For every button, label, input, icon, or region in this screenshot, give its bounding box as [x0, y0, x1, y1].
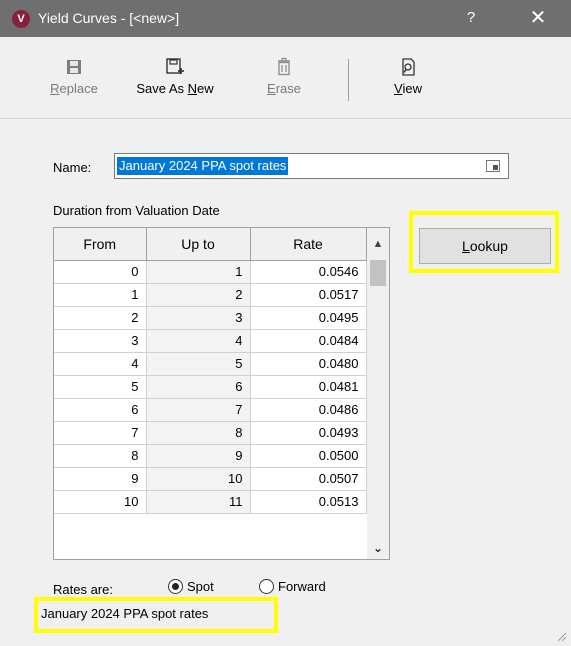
cell-from[interactable]: 2 [54, 306, 147, 330]
cell-up-to[interactable]: 7 [146, 398, 251, 422]
rates-grid[interactable]: From Up to Rate 0 1 0.0546 1 2 0.0517 2 3 0.0495… [53, 227, 390, 560]
table-row[interactable]: 7 8 0.0493 [54, 421, 367, 445]
cell-up-to[interactable]: 4 [146, 329, 251, 353]
highlight-box-status [34, 597, 278, 633]
cell-up-to[interactable]: 3 [146, 306, 251, 330]
toolbar-separator [348, 59, 349, 101]
spot-radio[interactable]: Spot [168, 579, 214, 594]
cell-rate[interactable]: 0.0486 [250, 398, 367, 422]
erase-button[interactable]: Erase [256, 57, 312, 96]
cell-rate[interactable]: 0.0500 [250, 444, 367, 468]
title-bar: V Yield Curves - [<new>] ? ✕ [0, 0, 571, 37]
document-view-icon [402, 58, 415, 76]
help-button[interactable]: ? [456, 4, 486, 32]
table-row[interactable]: 0 1 0.0546 [54, 260, 367, 284]
resize-grip-icon[interactable] [555, 630, 567, 642]
save-as-new-button[interactable]: Save As New [126, 57, 224, 96]
radio-unselected-icon[interactable] [259, 579, 274, 594]
scroll-up-arrow-icon[interactable]: ▲ [367, 228, 389, 260]
cell-from[interactable]: 8 [54, 444, 147, 468]
cell-up-to[interactable]: 1 [146, 260, 251, 284]
grid-vertical-scrollbar[interactable]: ▲ ⌄ [367, 228, 389, 559]
cell-rate[interactable]: 0.0495 [250, 306, 367, 330]
highlight-box-lookup [409, 211, 559, 273]
name-label: Name: [53, 160, 92, 175]
scroll-down-chevron-icon[interactable]: ⌄ [367, 537, 389, 559]
cell-rate[interactable]: 0.0513 [250, 490, 367, 514]
trash-icon [278, 57, 290, 76]
cell-rate[interactable]: 0.0546 [250, 260, 367, 284]
cell-rate[interactable]: 0.0480 [250, 352, 367, 376]
replace-label: Replace [50, 81, 98, 96]
view-button[interactable]: View [386, 57, 430, 96]
duration-label: Duration from Valuation Date [53, 203, 220, 218]
cell-from[interactable]: 5 [54, 375, 147, 399]
column-header-from[interactable]: From [54, 228, 147, 261]
table-row[interactable]: 3 4 0.0484 [54, 329, 367, 353]
cell-from[interactable]: 4 [54, 352, 147, 376]
toolbar: Replace Save As New Erase View [0, 37, 571, 119]
forward-label: Forward [278, 579, 326, 594]
column-header-up-to[interactable]: Up to [146, 228, 251, 261]
table-row[interactable]: 8 9 0.0500 [54, 444, 367, 468]
erase-label: Erase [267, 81, 301, 96]
table-row[interactable]: 6 7 0.0486 [54, 398, 367, 422]
replace-button[interactable]: Replace [42, 57, 106, 96]
cell-from[interactable]: 10 [54, 490, 147, 514]
cell-up-to[interactable]: 9 [146, 444, 251, 468]
cell-from[interactable]: 7 [54, 421, 147, 445]
cell-from[interactable]: 3 [54, 329, 147, 353]
name-field-value[interactable]: January 2024 PPA spot rates [117, 157, 289, 175]
cell-rate[interactable]: 0.0484 [250, 329, 367, 353]
table-header-row: From Up to Rate [54, 228, 367, 261]
spot-label: Spot [187, 579, 214, 594]
save-disk-icon [67, 60, 81, 74]
cell-up-to[interactable]: 11 [146, 490, 251, 514]
table-row[interactable]: 2 3 0.0495 [54, 306, 367, 330]
cell-up-to[interactable]: 5 [146, 352, 251, 376]
table-row[interactable]: 1 2 0.0517 [54, 283, 367, 307]
rates-table: From Up to Rate 0 1 0.0546 1 2 0.0517 2 3 0.0495… [54, 228, 367, 514]
cell-rate[interactable]: 0.0493 [250, 421, 367, 445]
table-row[interactable]: 4 5 0.0480 [54, 352, 367, 376]
toolbar-divider [0, 118, 571, 119]
save-new-icon [166, 58, 184, 74]
rates-are-label: Rates are: [53, 582, 113, 597]
column-header-rate[interactable]: Rate [250, 228, 367, 261]
table-row[interactable]: 9 10 0.0507 [54, 467, 367, 491]
expand-field-icon[interactable] [486, 160, 500, 172]
cell-up-to[interactable]: 6 [146, 375, 251, 399]
cell-from[interactable]: 9 [54, 467, 147, 491]
save-as-new-label: Save As New [136, 81, 214, 96]
radio-selected-icon[interactable] [168, 579, 183, 594]
view-label: View [394, 81, 422, 96]
cell-from[interactable]: 0 [54, 260, 147, 284]
name-field[interactable]: January 2024 PPA spot rates [114, 153, 509, 179]
cell-up-to[interactable]: 10 [146, 467, 251, 491]
forward-radio[interactable]: Forward [259, 579, 326, 594]
table-row[interactable]: 5 6 0.0481 [54, 375, 367, 399]
cell-rate[interactable]: 0.0507 [250, 467, 367, 491]
cell-from[interactable]: 6 [54, 398, 147, 422]
table-row[interactable]: 10 11 0.0513 [54, 490, 367, 514]
cell-from[interactable]: 1 [54, 283, 147, 307]
cell-up-to[interactable]: 2 [146, 283, 251, 307]
scrollbar-thumb[interactable] [370, 260, 386, 286]
cell-up-to[interactable]: 8 [146, 421, 251, 445]
cell-rate[interactable]: 0.0481 [250, 375, 367, 399]
cell-rate[interactable]: 0.0517 [250, 283, 367, 307]
close-button[interactable]: ✕ [518, 4, 558, 32]
window-title: Yield Curves - [<new>] [38, 10, 180, 26]
app-logo-icon: V [12, 10, 30, 28]
